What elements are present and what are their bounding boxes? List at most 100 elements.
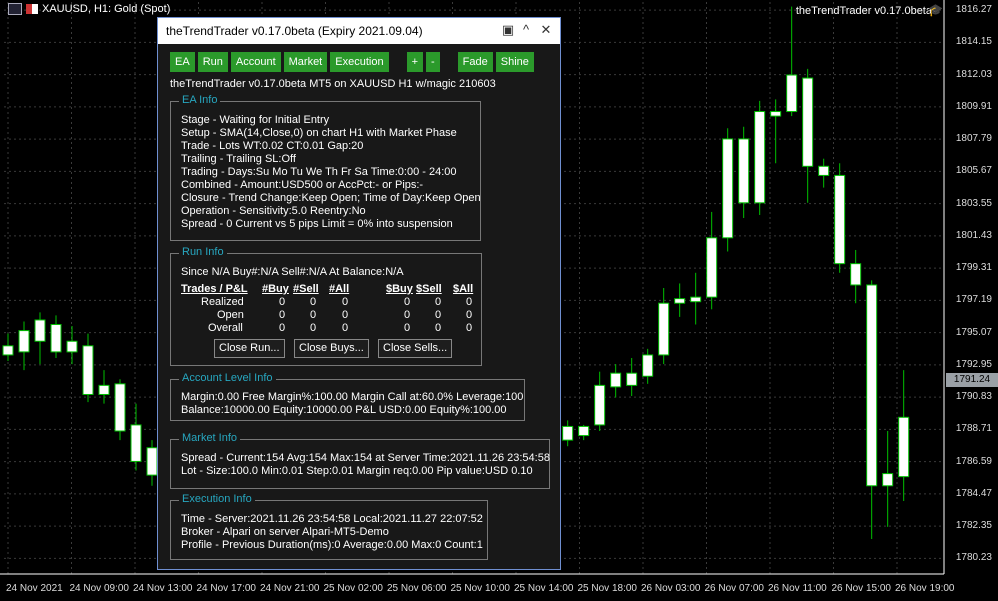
candle-body — [626, 372, 638, 386]
candle-body — [66, 340, 78, 353]
run-since: Since N/A Buy#:N/A Sell#:N/A At Balance:… — [181, 266, 404, 278]
run-info-title: Run Info — [179, 246, 227, 258]
candle-body — [882, 473, 894, 487]
ea-info-line: Setup - SMA(14,Close,0) on chart H1 with… — [181, 127, 457, 139]
candle-body — [674, 298, 686, 304]
row-label: Realized — [201, 296, 244, 308]
execution-info-line: Profile - Previous Duration(ms):0 Averag… — [181, 539, 483, 551]
time-tick-label: 26 Nov 11:00 — [768, 583, 827, 594]
close-sells-button[interactable]: Close Sells... — [378, 339, 453, 358]
ea-info-title: EA Info — [179, 94, 221, 106]
market-info-line: Lot - Size:100.0 Min:0.01 Step:0.01 Marg… — [181, 465, 533, 477]
candle-body — [34, 319, 46, 342]
close-run-button[interactable]: Close Run... — [214, 339, 285, 358]
time-tick-label: 24 Nov 21:00 — [260, 583, 320, 594]
dialog-subtitle: theTrendTrader v0.17.0beta MT5 on XAUUSD… — [170, 78, 496, 90]
candle-body — [642, 354, 654, 377]
fade-button[interactable]: Fade — [457, 52, 493, 72]
price-tick-label: 1797.19 — [955, 294, 992, 306]
market-info-title: Market Info — [179, 432, 241, 444]
price-tick-label: 1816.27 — [955, 4, 992, 16]
price-tick-label: 1786.59 — [955, 455, 992, 467]
market-button[interactable]: Market — [283, 52, 328, 72]
candle-body — [130, 424, 142, 462]
run-table: Trades / P&L #Buy #Sell #All $Buy $Sell … — [181, 283, 481, 334]
table-header: $All — [453, 283, 474, 295]
symbol-label: XAUUSD, H1: Gold (Spot) — [42, 3, 171, 15]
candle-body — [786, 74, 798, 113]
minus-button[interactable]: - — [426, 52, 440, 72]
execution-button[interactable]: Execution — [330, 52, 389, 72]
ea-info-line: Trading - Days:Su Mo Tu We Th Fr Sa Time… — [181, 166, 457, 178]
cell: 0 — [435, 296, 442, 308]
ea-button[interactable]: EA — [170, 52, 195, 72]
flag-icon — [26, 4, 38, 14]
time-tick-label: 24 Nov 2021 — [6, 583, 63, 594]
cell: 0 — [466, 296, 473, 308]
candle-body — [98, 384, 110, 395]
candle-body — [722, 138, 734, 239]
minimize-icon[interactable]: ^ — [518, 22, 534, 38]
dialog-titlebar[interactable]: theTrendTrader v0.17.0beta (Expiry 2021.… — [158, 18, 560, 44]
time-tick-label: 24 Nov 09:00 — [69, 583, 130, 594]
candle-body — [114, 383, 126, 432]
ea-info-line: Combined - Amount:USD500 or AccPct:- or … — [181, 179, 424, 191]
time-tick-label: 25 Nov 02:00 — [323, 583, 384, 594]
ea-info-group: EA Info Stage - Waiting for Initial Entr… — [170, 94, 481, 241]
row-label: Open — [217, 309, 244, 321]
candle-body — [866, 284, 878, 487]
candle-body — [898, 416, 910, 478]
candle-body — [802, 77, 814, 167]
ea-info-line: Stage - Waiting for Initial Entry — [181, 114, 330, 126]
ea-info-line: Trailing - Trailing SL:Off — [181, 153, 296, 165]
plus-button[interactable]: + — [406, 52, 423, 72]
account-info-group: Account Level Info Margin:0.00 Free Marg… — [170, 372, 525, 421]
time-tick-label: 25 Nov 18:00 — [577, 583, 638, 594]
price-tick-label: 1805.67 — [955, 165, 992, 177]
current-price-tag: 1791.24 — [946, 373, 998, 387]
shine-button[interactable]: Shine — [495, 52, 534, 72]
price-tick-label: 1809.91 — [955, 100, 992, 112]
cell: 0 — [279, 322, 286, 334]
table-header: #All — [329, 283, 350, 295]
candle-body — [850, 263, 862, 286]
price-tick-label: 1780.23 — [955, 552, 992, 564]
cell: 0 — [342, 296, 349, 308]
restore-icon[interactable]: ▣ — [500, 22, 516, 38]
time-tick-label: 24 Nov 13:00 — [133, 583, 193, 594]
time-tick-label: 25 Nov 10:00 — [450, 583, 511, 594]
ea-info-line: Trade - Lots WT:0.02 CT:0.01 Gap:20 — [181, 140, 364, 152]
account-info-line: Margin:0.00 Free Margin%:100.00 Margin C… — [181, 391, 524, 403]
price-tick-label: 1803.55 — [955, 197, 992, 209]
run-info-group: Run Info Since N/A Buy#:N/A Sell#:N/A At… — [170, 246, 482, 366]
cell: 0 — [342, 322, 349, 334]
price-tick-label: 1784.47 — [955, 487, 992, 499]
close-icon[interactable]: ✕ — [538, 22, 554, 38]
table-header: $Buy — [386, 283, 413, 295]
candle-body — [706, 237, 718, 298]
window-icon[interactable] — [8, 3, 22, 15]
ea-info-line: Spread - 0 Current vs 5 pips Limit = 0% … — [181, 218, 453, 230]
symbol-header: XAUUSD, H1: Gold (Spot) — [8, 3, 170, 15]
cell: 0 — [466, 309, 473, 321]
close-buys-button[interactable]: Close Buys... — [294, 339, 369, 358]
candle-body — [754, 111, 766, 204]
cell: 0 — [435, 322, 442, 334]
price-tick-label: 1812.03 — [955, 68, 992, 80]
run-button[interactable]: Run — [197, 52, 228, 72]
cell: 0 — [404, 296, 411, 308]
cell: 0 — [310, 309, 317, 321]
candle-body — [562, 425, 574, 441]
account-info-title: Account Level Info — [179, 372, 276, 384]
candle-body — [818, 165, 830, 176]
time-tick-label: 25 Nov 14:00 — [514, 583, 574, 594]
time-tick-label: 24 Nov 17:00 — [196, 583, 257, 594]
execution-info-line: Broker - Alpari on server Alpari-MT5-Dem… — [181, 526, 389, 538]
price-tick-label: 1790.83 — [955, 391, 992, 403]
market-info-line: Spread - Current:154 Avg:154 Max:154 at … — [181, 452, 550, 464]
account-button[interactable]: Account — [230, 52, 281, 72]
candle-body — [50, 324, 62, 353]
ea-info-line: Closure - Trend Change:Keep Open; Time o… — [181, 192, 481, 204]
cell: 0 — [435, 309, 442, 321]
ea-info-line: Operation - Sensitivity:5.0 Reentry:No — [181, 205, 366, 217]
